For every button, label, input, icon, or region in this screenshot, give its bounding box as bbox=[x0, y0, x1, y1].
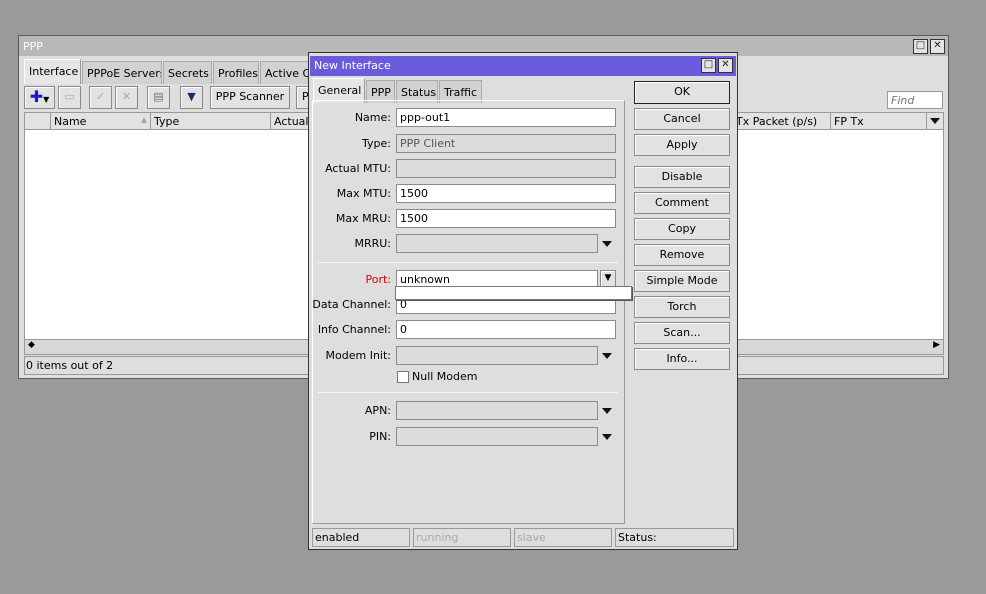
type-field: PPP Client bbox=[396, 134, 616, 153]
simple-mode-button[interactable]: Simple Mode bbox=[634, 270, 730, 292]
port-label: Port: bbox=[365, 273, 391, 286]
disable-button[interactable]: Disable bbox=[634, 166, 730, 188]
ppp-scanner-button[interactable]: PPP Scanner bbox=[210, 86, 290, 109]
divider bbox=[318, 392, 618, 393]
remove-icon[interactable]: ▭ bbox=[58, 86, 81, 109]
actual-mtu-label: Actual MTU: bbox=[325, 162, 391, 175]
apn-dropdown-icon[interactable] bbox=[602, 408, 612, 414]
divider bbox=[318, 262, 618, 263]
dialog-title: New Interface bbox=[310, 56, 736, 76]
comment-button[interactable]: Comment bbox=[634, 192, 730, 214]
info-channel-input[interactable]: 0 bbox=[396, 320, 616, 339]
col-name[interactable]: Name ▲ bbox=[51, 113, 151, 130]
remove-button[interactable]: Remove bbox=[634, 244, 730, 266]
null-modem-checkbox[interactable] bbox=[397, 371, 409, 383]
close-icon[interactable]: ✕ bbox=[930, 39, 945, 54]
apply-button[interactable]: Apply bbox=[634, 134, 730, 156]
actual-mtu-field bbox=[396, 159, 616, 178]
port-dropdown-list[interactable] bbox=[395, 286, 632, 300]
status-label: Status: bbox=[615, 528, 734, 547]
tab-secrets[interactable]: Secrets bbox=[163, 61, 212, 84]
col-tx-packet[interactable]: Tx Packet (p/s) bbox=[731, 113, 831, 130]
find-input[interactable] bbox=[887, 91, 943, 109]
max-mru-label: Max MRU: bbox=[335, 212, 391, 225]
col-type[interactable]: Type bbox=[151, 113, 271, 130]
scroll-left-icon[interactable]: ◆ bbox=[28, 340, 35, 350]
disable-icon[interactable]: ✕ bbox=[115, 86, 138, 109]
cancel-button[interactable]: Cancel bbox=[634, 108, 730, 130]
max-mru-input[interactable]: 1500 bbox=[396, 209, 616, 228]
tab-pppoe-servers[interactable]: PPPoE Servers bbox=[82, 61, 162, 84]
filter-icon[interactable]: ▼ bbox=[180, 86, 203, 109]
torch-button[interactable]: Torch bbox=[634, 296, 730, 318]
status-slave: slave bbox=[514, 528, 612, 547]
maximize-icon[interactable]: □ bbox=[701, 58, 716, 73]
scan-button[interactable]: Scan... bbox=[634, 322, 730, 344]
modem-init-dropdown-icon[interactable] bbox=[602, 353, 612, 359]
modem-init-field[interactable] bbox=[396, 346, 598, 365]
pin-label: PIN: bbox=[369, 430, 391, 443]
pin-dropdown-icon[interactable] bbox=[602, 434, 612, 440]
apn-field[interactable] bbox=[396, 401, 598, 420]
ok-button[interactable]: OK bbox=[634, 81, 730, 104]
comment-icon[interactable]: ▤ bbox=[147, 86, 170, 109]
null-modem-label: Null Modem bbox=[412, 370, 478, 383]
add-button[interactable]: ✚▼ bbox=[24, 86, 55, 109]
copy-button[interactable]: Copy bbox=[634, 218, 730, 240]
scroll-right-icon[interactable]: ▶ bbox=[933, 340, 940, 350]
close-icon[interactable]: ✕ bbox=[718, 58, 733, 73]
general-panel: Name: ppp-out1 Type: PPP Client Actual M… bbox=[312, 100, 632, 524]
type-label: Type: bbox=[362, 137, 391, 150]
name-label: Name: bbox=[354, 111, 391, 124]
max-mtu-label: Max MTU: bbox=[336, 187, 391, 200]
tab-interface[interactable]: Interface bbox=[24, 59, 81, 84]
dialog-status-bar: enabled running slave Status: bbox=[312, 528, 734, 547]
status-running: running bbox=[413, 528, 511, 547]
mrru-field[interactable] bbox=[396, 234, 598, 253]
max-mtu-input[interactable]: 1500 bbox=[396, 184, 616, 203]
modem-init-label: Modem Init: bbox=[325, 349, 391, 362]
data-channel-label: Data Channel: bbox=[312, 298, 391, 311]
new-interface-dialog: New Interface □ ✕ General PPP Status Tra… bbox=[308, 52, 738, 550]
tab-profiles[interactable]: Profiles bbox=[213, 61, 259, 84]
mrru-label: MRRU: bbox=[354, 237, 391, 250]
col-fp-tx[interactable]: FP Tx bbox=[831, 113, 927, 130]
columns-menu-icon[interactable] bbox=[930, 118, 940, 124]
enable-icon[interactable]: ✓ bbox=[89, 86, 112, 109]
name-input[interactable]: ppp-out1 bbox=[396, 108, 616, 127]
sort-asc-icon: ▲ bbox=[140, 115, 147, 124]
apn-label: APN: bbox=[364, 404, 391, 417]
pin-field[interactable] bbox=[396, 427, 598, 446]
mrru-dropdown-icon[interactable] bbox=[602, 241, 612, 247]
maximize-icon[interactable]: □ bbox=[913, 39, 928, 54]
status-enabled: enabled bbox=[312, 528, 410, 547]
info-button[interactable]: Info... bbox=[634, 348, 730, 370]
info-channel-label: Info Channel: bbox=[317, 323, 391, 336]
